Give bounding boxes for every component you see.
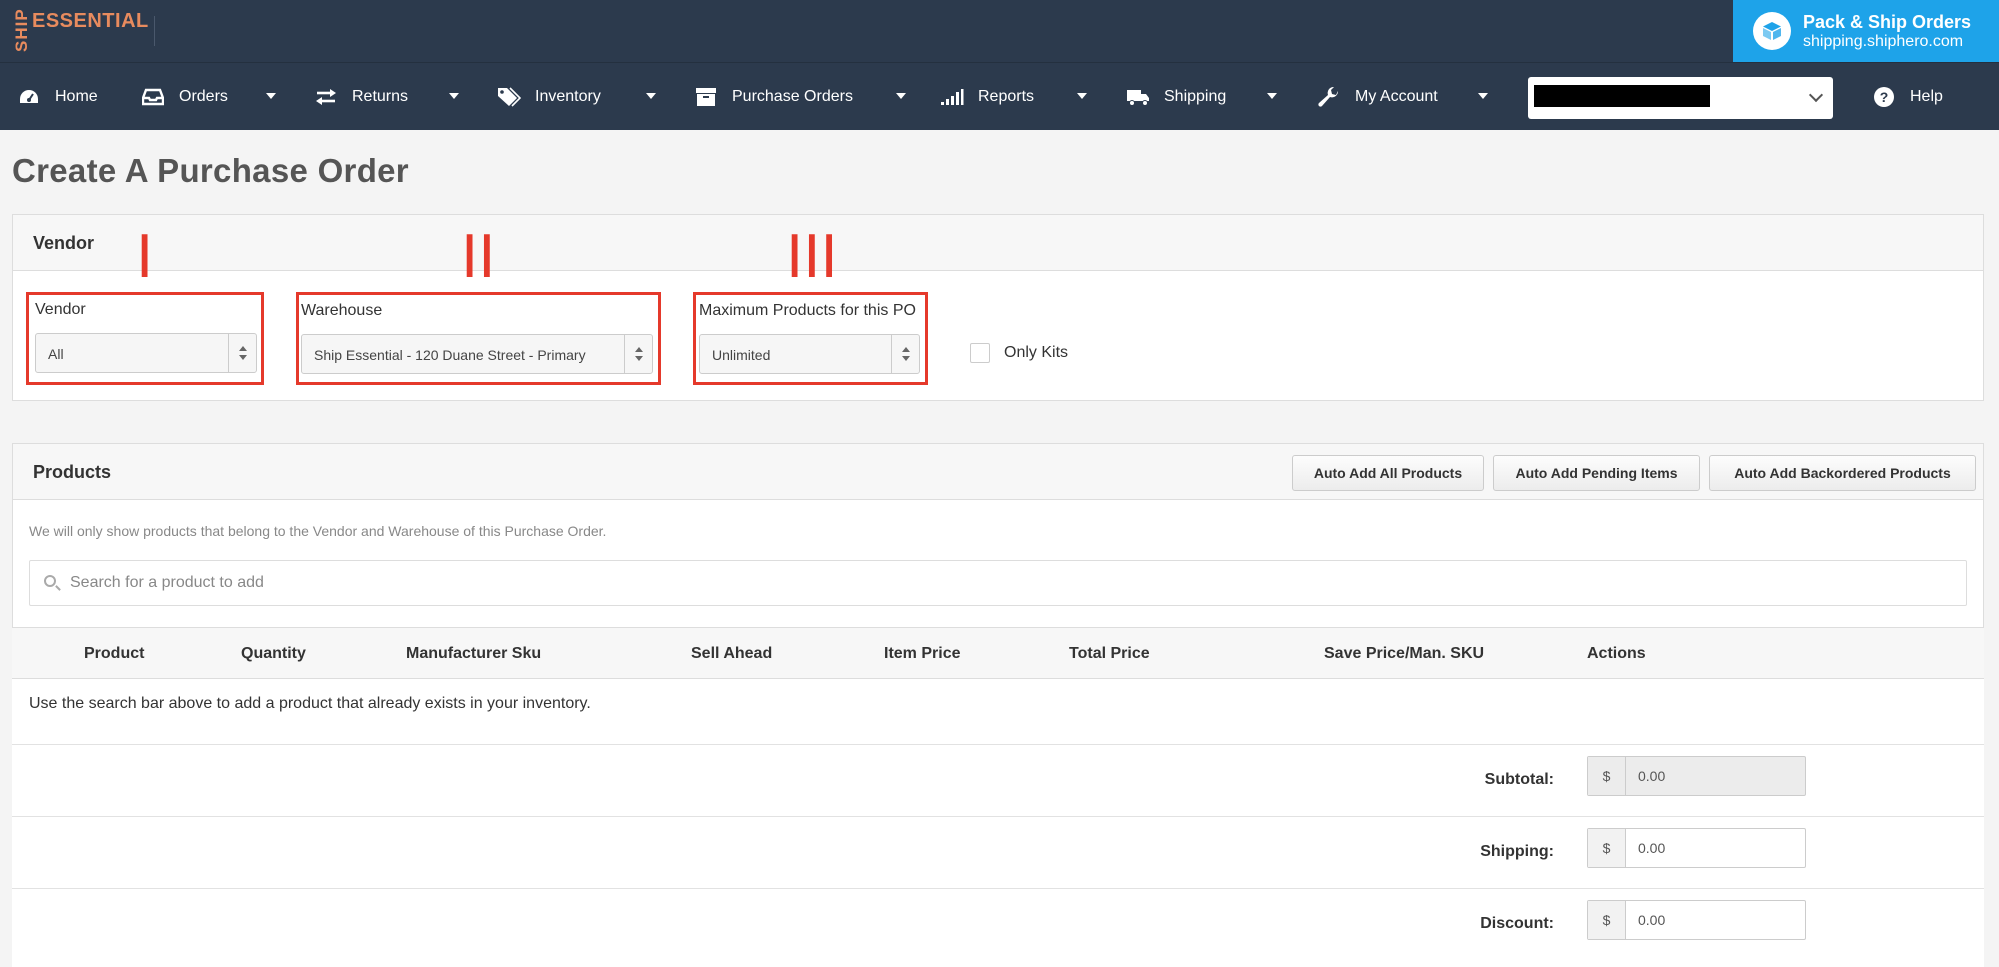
annotation-box-max-products: [693, 292, 928, 385]
pack-url: shipping.shiphero.com: [1803, 32, 1964, 50]
currency-symbol: $: [1588, 829, 1626, 867]
question-circle-icon: ?: [1872, 85, 1896, 109]
chevron-down-icon: [896, 93, 906, 99]
currency-symbol: $: [1588, 757, 1626, 795]
only-kits-checkbox[interactable]: [970, 343, 990, 363]
top-bar: SHIP ESSENTIAL Pack & Ship Orders shippi…: [0, 0, 1999, 62]
empty-table-message: Use the search bar above to add a produc…: [29, 695, 591, 712]
column-header: Quantity: [241, 645, 306, 662]
search-icon: [44, 575, 56, 587]
annotation-box-vendor: [26, 292, 264, 385]
column-header: Manufacturer Sku: [406, 645, 542, 662]
shipping-field[interactable]: $ 0.00: [1587, 828, 1806, 868]
nav-help[interactable]: ? Help: [1872, 63, 1943, 131]
main-nav: Home Orders Returns Inventory Purchase O…: [0, 62, 1999, 130]
redacted-account-name: [1534, 85, 1710, 107]
nav-home[interactable]: Home: [17, 63, 98, 131]
nav-inventory[interactable]: Inventory: [497, 63, 656, 131]
truck-icon: [1126, 85, 1150, 109]
auto-add-all-products-button[interactable]: Auto Add All Products: [1292, 455, 1484, 491]
chevron-down-icon: [449, 93, 459, 99]
subtotal-value: 0.00: [1638, 768, 1666, 784]
logo-ship: SHIP: [12, 8, 31, 52]
logo-essential: ESSENTIAL: [32, 10, 149, 32]
pack-ship-banner[interactable]: Pack & Ship Orders shipping.shiphero.com: [1733, 0, 1999, 62]
column-header: Save Price/Man. SKU: [1324, 645, 1485, 662]
account-select[interactable]: [1528, 77, 1833, 119]
logo[interactable]: SHIP ESSENTIAL: [12, 6, 149, 54]
chevron-down-icon: [1808, 87, 1824, 103]
tag-icon: [497, 85, 521, 109]
products-panel-title: Products: [33, 462, 112, 482]
nav-orders[interactable]: Orders: [141, 63, 276, 131]
products-hint: We will only show products that belong t…: [29, 523, 607, 539]
discount-label: Discount:: [1480, 915, 1554, 932]
subtotal-field: $ 0.00: [1587, 756, 1806, 796]
archive-icon: [694, 85, 718, 109]
column-header: Sell Ahead: [691, 645, 773, 662]
nav-shipping-label: Shipping: [1164, 88, 1227, 105]
shipping-label: Shipping:: [1480, 843, 1554, 860]
discount-value[interactable]: 0.00: [1638, 912, 1665, 928]
nav-my-account[interactable]: My Account: [1317, 63, 1488, 131]
signal-bars-icon: [940, 85, 964, 109]
nav-purchase-orders[interactable]: Purchase Orders: [694, 63, 906, 131]
products-table-header: Product Quantity Manufacturer Sku Sell A…: [12, 627, 1984, 679]
product-search-input[interactable]: [70, 571, 670, 595]
auto-add-backordered-products-button[interactable]: Auto Add Backordered Products: [1709, 455, 1976, 491]
nav-help-label: Help: [1910, 88, 1943, 105]
column-header: Total Price: [1069, 645, 1150, 662]
auto-add-pending-items-button[interactable]: Auto Add Pending Items: [1493, 455, 1700, 491]
nav-reports-label: Reports: [978, 88, 1035, 105]
nav-inventory-label: Inventory: [535, 88, 601, 105]
nav-home-label: Home: [55, 88, 98, 105]
column-header: Item Price: [884, 645, 961, 662]
inbox-icon: [141, 85, 165, 109]
currency-symbol: $: [1588, 901, 1626, 939]
vendor-panel-header: Vendor: [13, 215, 1983, 271]
annotation-box-warehouse: [296, 292, 661, 385]
wrench-icon: [1317, 85, 1341, 109]
annotation-mark-iii: III: [786, 222, 838, 291]
nav-returns-label: Returns: [352, 88, 409, 105]
divider: [154, 16, 155, 46]
chevron-down-icon: [1478, 93, 1488, 99]
svg-text:?: ?: [1880, 89, 1889, 105]
only-kits-label: Only Kits: [1004, 344, 1069, 361]
empty-row: Use the search bar above to add a produc…: [12, 679, 1984, 745]
box-icon: [1753, 12, 1791, 50]
product-search[interactable]: [29, 560, 1967, 606]
nav-reports[interactable]: Reports: [940, 63, 1087, 131]
nav-shipping[interactable]: Shipping: [1126, 63, 1277, 131]
chevron-down-icon: [646, 93, 656, 99]
discount-field[interactable]: $ 0.00: [1587, 900, 1806, 940]
column-header: Product: [84, 645, 145, 662]
chevron-down-icon: [1077, 93, 1087, 99]
column-header: Actions: [1587, 645, 1646, 662]
dashboard-icon: [17, 85, 41, 109]
pack-title: Pack & Ship Orders: [1803, 11, 1972, 32]
exchange-icon: [314, 85, 338, 109]
chevron-down-icon: [1267, 93, 1277, 99]
subtotal-label: Subtotal:: [1484, 771, 1554, 788]
nav-purchase-orders-label: Purchase Orders: [732, 88, 853, 105]
shipping-value[interactable]: 0.00: [1638, 840, 1665, 856]
nav-orders-label: Orders: [179, 88, 228, 105]
annotation-mark-ii: II: [461, 222, 496, 291]
nav-my-account-label: My Account: [1355, 88, 1438, 105]
chevron-down-icon: [266, 93, 276, 99]
annotation-mark-i: I: [136, 222, 154, 291]
page-title: Create A Purchase Order: [12, 152, 409, 189]
nav-returns[interactable]: Returns: [314, 63, 459, 131]
vendor-panel-title: Vendor: [33, 233, 95, 253]
